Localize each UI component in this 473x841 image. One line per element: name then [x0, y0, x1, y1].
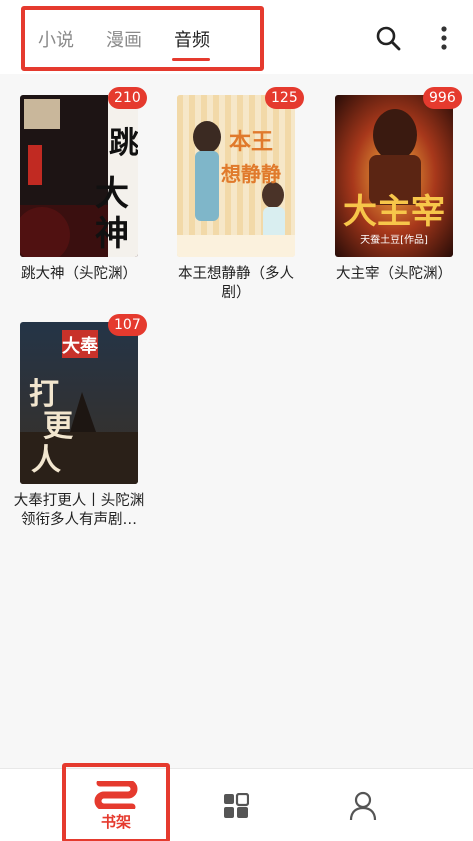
book-cover[interactable]: 大主宰 天蚕土豆[作品] — [335, 95, 453, 257]
svg-text:大主宰: 大主宰 — [343, 192, 445, 232]
svg-text:想静静: 想静静 — [221, 162, 281, 186]
nav-discover[interactable] — [221, 769, 251, 841]
book-cover[interactable]: 大奉 打 更 人 — [20, 322, 138, 484]
search-icon[interactable] — [374, 24, 402, 52]
svg-text:人: 人 — [31, 443, 61, 478]
book-title: 大奉打更人丨头陀渊领衔多人有声剧… — [13, 493, 145, 528]
svg-text:打: 打 — [29, 377, 59, 412]
episode-count-badge: 125 — [265, 87, 304, 109]
svg-text:本王: 本王 — [229, 130, 273, 155]
top-bar: 小说 漫画 音频 — [0, 0, 473, 74]
svg-text:大奉: 大奉 — [62, 335, 99, 357]
book-cover[interactable]: 跳 大 神 — [20, 95, 138, 257]
book-title: 跳大神（头陀渊） — [21, 266, 137, 282]
category-tabs: 小说 漫画 音频 — [21, 6, 264, 71]
nav-profile[interactable] — [346, 769, 380, 841]
svg-text:神: 神 — [95, 214, 129, 254]
episode-count-badge: 210 — [108, 87, 147, 109]
grid-icon — [223, 792, 250, 823]
bottom-navigation: 书架 — [0, 763, 473, 841]
more-vertical-icon[interactable] — [432, 24, 456, 52]
svg-text:更: 更 — [43, 409, 74, 444]
episode-count-badge: 107 — [108, 314, 147, 336]
book-title: 本王想静静（多人剧） — [178, 266, 294, 301]
active-tab-indicator — [172, 58, 210, 61]
tab-audio[interactable]: 音频 — [174, 30, 210, 52]
cover-author: 天蚕土豆[作品] — [360, 233, 428, 246]
book-cover[interactable]: 本王 想静静 — [177, 95, 295, 257]
person-icon — [349, 791, 377, 825]
book-title: 大主宰（头陀渊） — [336, 266, 452, 282]
tab-comic[interactable]: 漫画 — [106, 30, 142, 52]
tab-novel[interactable]: 小说 — [38, 30, 74, 52]
bookshelf-icon — [94, 779, 138, 813]
svg-text:跳: 跳 — [109, 126, 138, 161]
episode-count-badge: 996 — [423, 87, 462, 109]
nav-bookshelf-label: 书架 — [100, 813, 131, 831]
nav-bookshelf[interactable]: 书架 — [62, 763, 170, 841]
svg-text:大: 大 — [95, 174, 129, 214]
